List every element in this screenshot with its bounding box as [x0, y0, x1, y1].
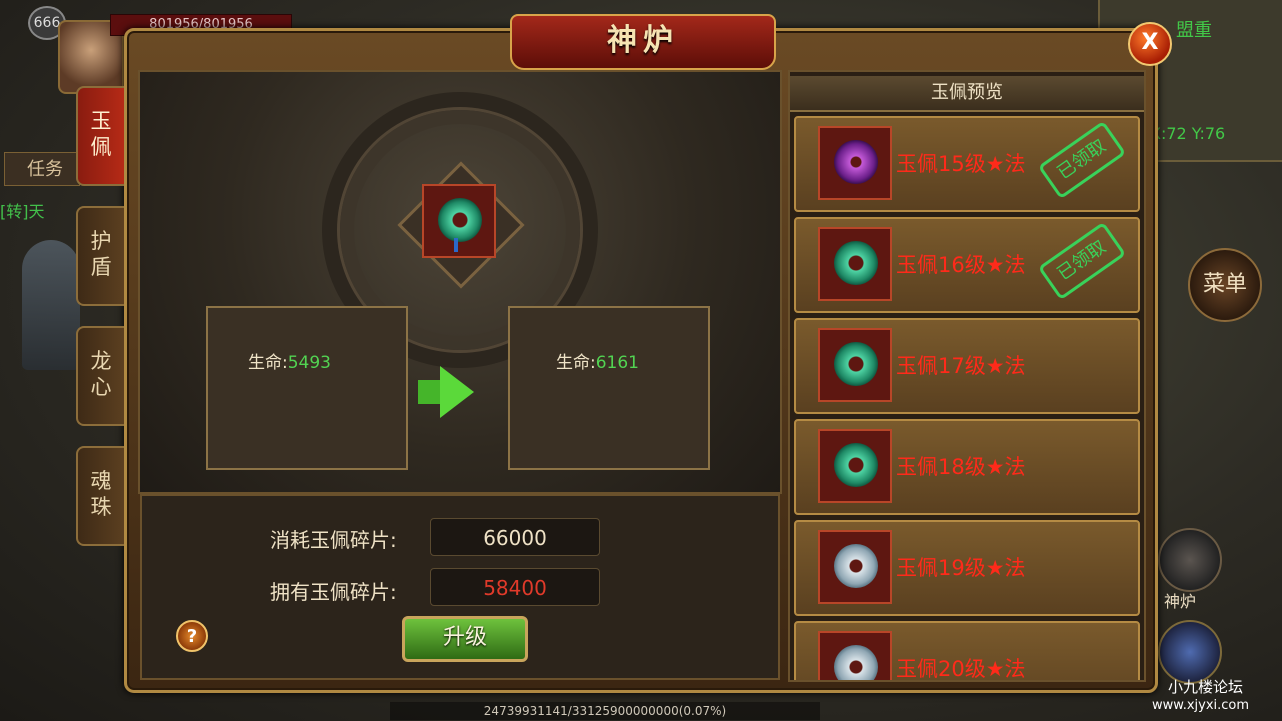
arrow-stem — [418, 380, 442, 404]
jade-pendant-icon — [834, 241, 878, 285]
list-item[interactable]: 玉佩15级★法 已领取 — [794, 116, 1140, 212]
item-name: 玉佩19级★法 — [896, 556, 1026, 580]
menu-button[interactable]: 菜单 — [1188, 248, 1262, 322]
guild-emblem-icon[interactable] — [1158, 620, 1222, 684]
minimap-coords: X:72 Y:76 — [1150, 124, 1226, 143]
quest-tracker-text[interactable]: [转]天 — [0, 198, 45, 222]
tab-label-line1: 玉 — [90, 109, 112, 133]
tab-jade-pendant[interactable]: 玉 佩 — [76, 86, 124, 186]
minimap-title: 盟重 — [1176, 20, 1212, 41]
tab-dragon-heart[interactable]: 龙 心 — [76, 326, 124, 426]
npc-figure — [22, 240, 80, 370]
watermark-url: www.xjyxi.com — [1152, 698, 1250, 713]
next-stats-box: 生命:6161 — [508, 306, 710, 470]
owned-label: 拥有玉佩碎片: — [270, 580, 397, 604]
tab-label-line1: 护 — [90, 229, 112, 253]
current-stats-box: 生命:5493 — [206, 306, 408, 470]
current-stat-value: 5493 — [287, 353, 331, 373]
tab-label-line2: 珠 — [90, 495, 112, 519]
tab-label-line1: 魂 — [90, 469, 112, 493]
jade-preview-list[interactable]: 玉佩预览 玉佩15级★法 已领取 玉佩16级★法 已领取 玉佩17级★法 玉佩1… — [788, 70, 1146, 682]
list-item[interactable]: 玉佩16级★法 已领取 — [794, 217, 1140, 313]
list-item[interactable]: 玉佩19级★法 — [794, 520, 1140, 616]
tab-label-line1: 龙 — [90, 349, 112, 373]
item-slot — [818, 126, 892, 200]
list-item[interactable]: 玉佩18级★法 — [794, 419, 1140, 515]
experience-bar: 24739931141/33125900000000(0.07%) — [390, 702, 820, 720]
jade-pendant-icon — [834, 342, 878, 386]
help-button[interactable]: ? — [176, 620, 208, 652]
claimed-stamp: 已领取 — [1037, 120, 1127, 200]
next-stat-label: 生命: — [556, 353, 596, 373]
tab-label-line2: 盾 — [90, 255, 112, 279]
next-stat-value: 6161 — [595, 353, 639, 373]
item-slot — [818, 530, 892, 604]
preview-title: 玉佩预览 — [790, 76, 1144, 112]
owned-value: 58400 — [430, 568, 600, 606]
item-slot — [818, 328, 892, 402]
tab-label-line2: 佩 — [90, 135, 112, 159]
item-name: 玉佩18级★法 — [896, 455, 1026, 479]
current-stat-label: 生命: — [248, 353, 288, 373]
item-name: 玉佩16级★法 — [896, 253, 1026, 277]
upgrade-arrow-icon — [440, 366, 474, 418]
claimed-stamp: 已领取 — [1037, 221, 1127, 301]
current-item-slot[interactable] — [422, 184, 496, 258]
item-name: 玉佩17级★法 — [896, 354, 1026, 378]
watermark-title: 小九楼论坛 — [1168, 678, 1244, 696]
close-button[interactable]: X — [1128, 22, 1172, 66]
purple-knot-icon — [834, 140, 878, 184]
list-item[interactable]: 玉佩20级★法 — [794, 621, 1140, 681]
cost-value: 66000 — [430, 518, 600, 556]
jade-pendant-icon — [438, 198, 482, 242]
upgrade-button[interactable]: 升级 — [402, 616, 528, 662]
item-slot — [818, 429, 892, 503]
jade-pendant-icon — [834, 443, 878, 487]
tassel-icon — [454, 238, 458, 252]
shenlu-icon[interactable] — [1158, 528, 1222, 592]
list-item[interactable]: 玉佩17级★法 — [794, 318, 1140, 414]
task-tab-button[interactable]: 任务 — [4, 152, 80, 186]
tab-soul-bead[interactable]: 魂 珠 — [76, 446, 124, 546]
tab-label-line2: 心 — [90, 375, 112, 399]
silver-dragon-icon — [834, 544, 878, 588]
item-slot — [818, 227, 892, 301]
item-slot — [818, 631, 892, 680]
tab-shield[interactable]: 护 盾 — [76, 206, 124, 306]
panel-title: 神炉 — [510, 14, 776, 70]
silver-dragon-icon — [834, 645, 878, 680]
item-name: 玉佩20级★法 — [896, 657, 1026, 681]
item-name: 玉佩15级★法 — [896, 152, 1026, 176]
shenlu-label: 神炉 — [1164, 592, 1197, 611]
cost-label: 消耗玉佩碎片: — [270, 528, 397, 552]
